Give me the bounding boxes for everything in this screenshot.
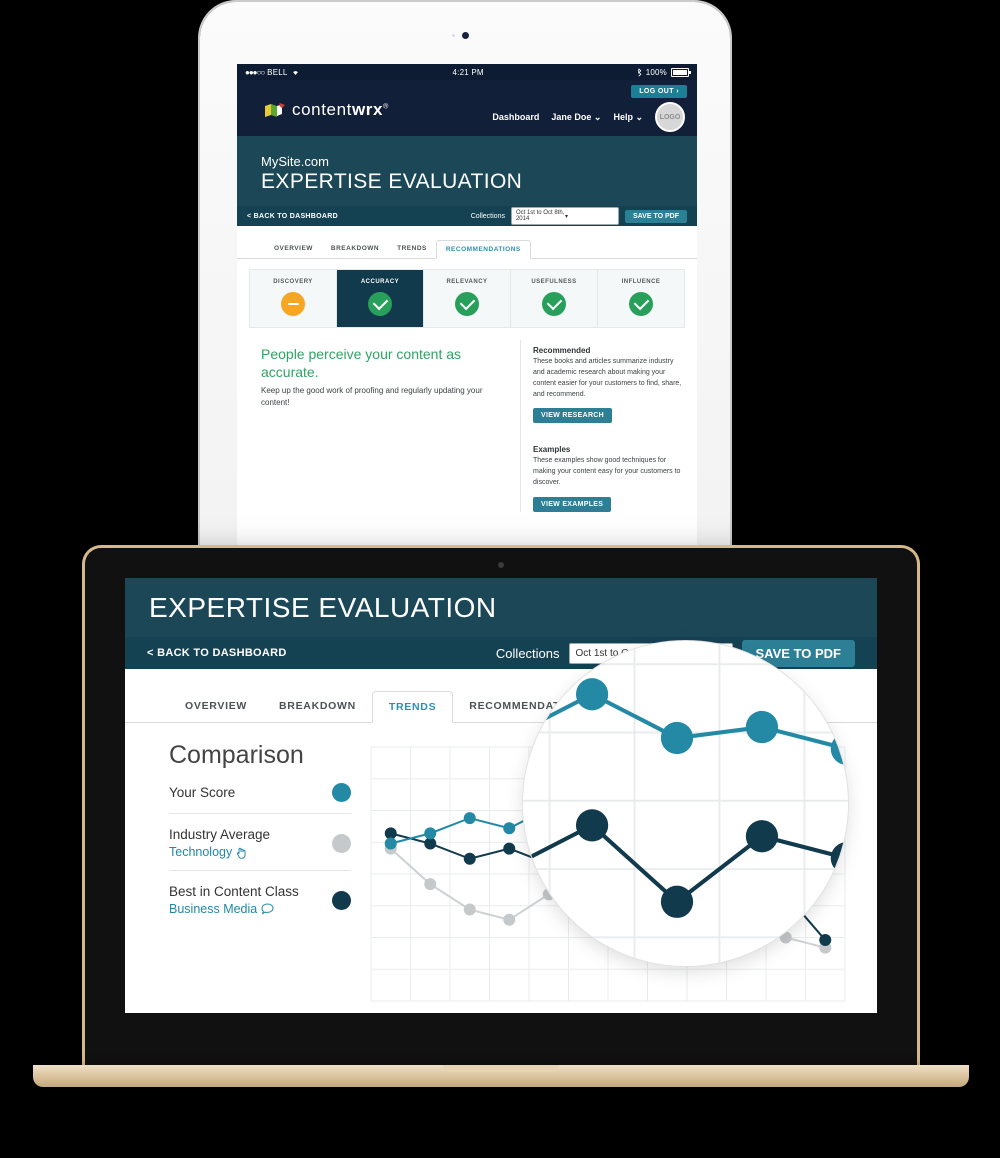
tab-breakdown[interactable]: BREAKDOWN <box>322 240 388 258</box>
brand-logo[interactable]: contentwrx® <box>265 100 389 120</box>
view-examples-button[interactable]: VIEW EXAMPLES <box>533 496 612 512</box>
chevron-down-icon: ▾ <box>564 213 568 220</box>
tab-trends[interactable]: TRENDS <box>371 691 454 723</box>
nav-item-dashboard[interactable]: Dashboard <box>492 112 539 122</box>
logout-button[interactable]: LOG OUT › <box>631 85 687 98</box>
magnifier-lens <box>523 641 848 966</box>
tablet-sub-bar: < BACK TO DASHBOARD Collections Oct 1st … <box>237 206 697 226</box>
legend-item-your-score[interactable]: Your Score <box>169 770 351 814</box>
back-to-dashboard-link[interactable]: < BACK TO DASHBOARD <box>247 213 338 220</box>
legend-color-dot <box>332 783 351 802</box>
score-badge-row: DISCOVERY ACCURACY RELEVANCY USEFULNESS … <box>249 269 685 328</box>
comparison-title: Comparison <box>169 741 304 769</box>
laptop-screen: EXPERTISE EVALUATION < BACK TO DASHBOARD… <box>125 578 877 1013</box>
tablet-content: People perceive your content as accurate… <box>237 340 697 512</box>
trends-body: Comparison Your Score Industry Average T… <box>125 641 877 1013</box>
collections-value: Oct 1st to Oct 8th, 2014 <box>515 210 565 222</box>
resources-sidebar: Recommended These books and articles sum… <box>520 340 697 512</box>
status-check-icon <box>455 292 479 316</box>
legend-sublink-technology[interactable]: Technology <box>169 845 332 859</box>
tab-breakdown[interactable]: BREAKDOWN <box>263 691 372 722</box>
legend-label: Industry Average <box>169 827 271 842</box>
wifi-icon <box>291 68 300 76</box>
battery-percent-label: 100% <box>645 67 667 77</box>
laptop-base <box>33 1065 969 1087</box>
recommended-body: These books and articles summarize indus… <box>533 358 682 398</box>
carrier-label: BELL <box>267 67 288 77</box>
badge-label: INFLUENCE <box>621 279 661 285</box>
tablet-status-bar: ●●●○○ BELL 4:21 PM 100% <box>237 64 697 80</box>
legend-label: Best in Content Class <box>169 884 299 899</box>
tablet-camera-icon <box>462 32 469 39</box>
view-research-button[interactable]: VIEW RESEARCH <box>533 408 613 424</box>
badge-label: DISCOVERY <box>273 279 313 285</box>
legend-item-best-in-class[interactable]: Best in Content Class Business Media <box>169 871 351 927</box>
comparison-panel: Comparison Your Score Industry Average T… <box>169 741 351 1013</box>
status-check-icon <box>368 292 392 316</box>
nav-item-user-menu[interactable]: Jane Doe ⌄ <box>551 112 601 123</box>
legend-label: Your Score <box>169 785 236 800</box>
tablet-title-band: MySite.com EXPERTISE EVALUATION <box>237 136 697 206</box>
badge-influence[interactable]: INFLUENCE <box>598 270 684 327</box>
laptop-camera-icon <box>498 562 504 568</box>
recommended-title: Recommended <box>533 346 591 355</box>
tablet-screen: ●●●○○ BELL 4:21 PM 100% LOG OUT › conten… <box>237 64 697 562</box>
badge-discovery[interactable]: DISCOVERY <box>250 270 337 327</box>
collections-label: Collections <box>495 645 560 661</box>
collections-select[interactable]: Oct 1st to Oct 8th, 2014 ▾ <box>510 207 619 225</box>
status-check-icon <box>629 292 653 316</box>
tablet-navbar: LOG OUT › contentwrx® Dashboard Jane Doe… <box>237 80 697 136</box>
badge-accuracy[interactable]: ACCURACY <box>337 270 424 327</box>
laptop-device: EXPERTISE EVALUATION < BACK TO DASHBOARD… <box>33 548 969 1093</box>
badge-usefulness[interactable]: USEFULNESS <box>511 270 598 327</box>
speech-bubble-icon <box>261 903 274 915</box>
back-to-dashboard-link[interactable]: < BACK TO DASHBOARD <box>147 647 287 659</box>
magnified-chart-view <box>523 641 848 966</box>
legend-color-dot <box>332 890 351 910</box>
trends-chart: MONTHMONTHMONTHMONTHMONTHMONTHMONTHMONTH… <box>363 641 853 1013</box>
signal-dots-icon: ●●●○○ <box>245 67 265 77</box>
recommendation-body: Keep up the good work of proofing and re… <box>261 386 483 407</box>
tab-overview[interactable]: OVERVIEW <box>169 691 263 722</box>
collections-label: Collections <box>470 212 505 220</box>
brand-name: contentwrx® <box>292 100 389 119</box>
tablet-tab-bar: OVERVIEW BREAKDOWN TRENDS RECOMMENDATION… <box>237 226 697 259</box>
recommendation-panel: People perceive your content as accurate… <box>237 340 520 512</box>
badge-label: USEFULNESS <box>531 279 577 285</box>
examples-body: These examples show good techniques for … <box>533 457 681 487</box>
legend-sublink-business-media[interactable]: Business Media <box>169 902 332 916</box>
tablet-nav-links: Dashboard Jane Doe ⌄ Help ⌄ LOGO <box>492 102 685 132</box>
tab-trends[interactable]: TRENDS <box>388 240 436 258</box>
legend-item-industry-average[interactable]: Industry Average Technology <box>169 814 351 871</box>
tab-recommendations[interactable]: RECOMMENDATIONS <box>435 240 531 259</box>
clock-label: 4:21 PM <box>452 67 484 77</box>
laptop-lid: EXPERTISE EVALUATION < BACK TO DASHBOARD… <box>85 548 917 1076</box>
laptop-notch <box>443 1065 559 1072</box>
status-warning-icon <box>281 292 305 316</box>
chevron-right-icon: › <box>676 88 679 95</box>
pointer-hand-icon <box>236 846 248 859</box>
avatar[interactable]: LOGO <box>655 102 685 132</box>
page-title: EXPERTISE EVALUATION <box>261 170 523 193</box>
nav-item-help-menu[interactable]: Help ⌄ <box>613 112 643 123</box>
tab-overview[interactable]: OVERVIEW <box>265 240 322 258</box>
status-check-icon <box>542 292 566 316</box>
tablet-device: ●●●○○ BELL 4:21 PM 100% LOG OUT › conten… <box>200 2 730 562</box>
page-title: EXPERTISE EVALUATION <box>149 592 497 623</box>
site-name: MySite.com <box>261 154 329 169</box>
badge-relevancy[interactable]: RELEVANCY <box>424 270 511 327</box>
save-to-pdf-button[interactable]: SAVE TO PDF <box>624 209 687 223</box>
battery-icon <box>671 67 691 77</box>
tablet-sensor <box>452 34 455 37</box>
badge-label: RELEVANCY <box>446 279 488 285</box>
bluetooth-icon <box>637 68 642 77</box>
laptop-title-band: EXPERTISE EVALUATION <box>125 578 877 637</box>
recommendation-headline: People perceive your content as accurate… <box>261 346 462 380</box>
contentwrx-logo-icon <box>265 102 285 118</box>
badge-label: ACCURACY <box>360 279 400 285</box>
legend-color-dot <box>332 833 351 853</box>
examples-title: Examples <box>533 445 571 455</box>
